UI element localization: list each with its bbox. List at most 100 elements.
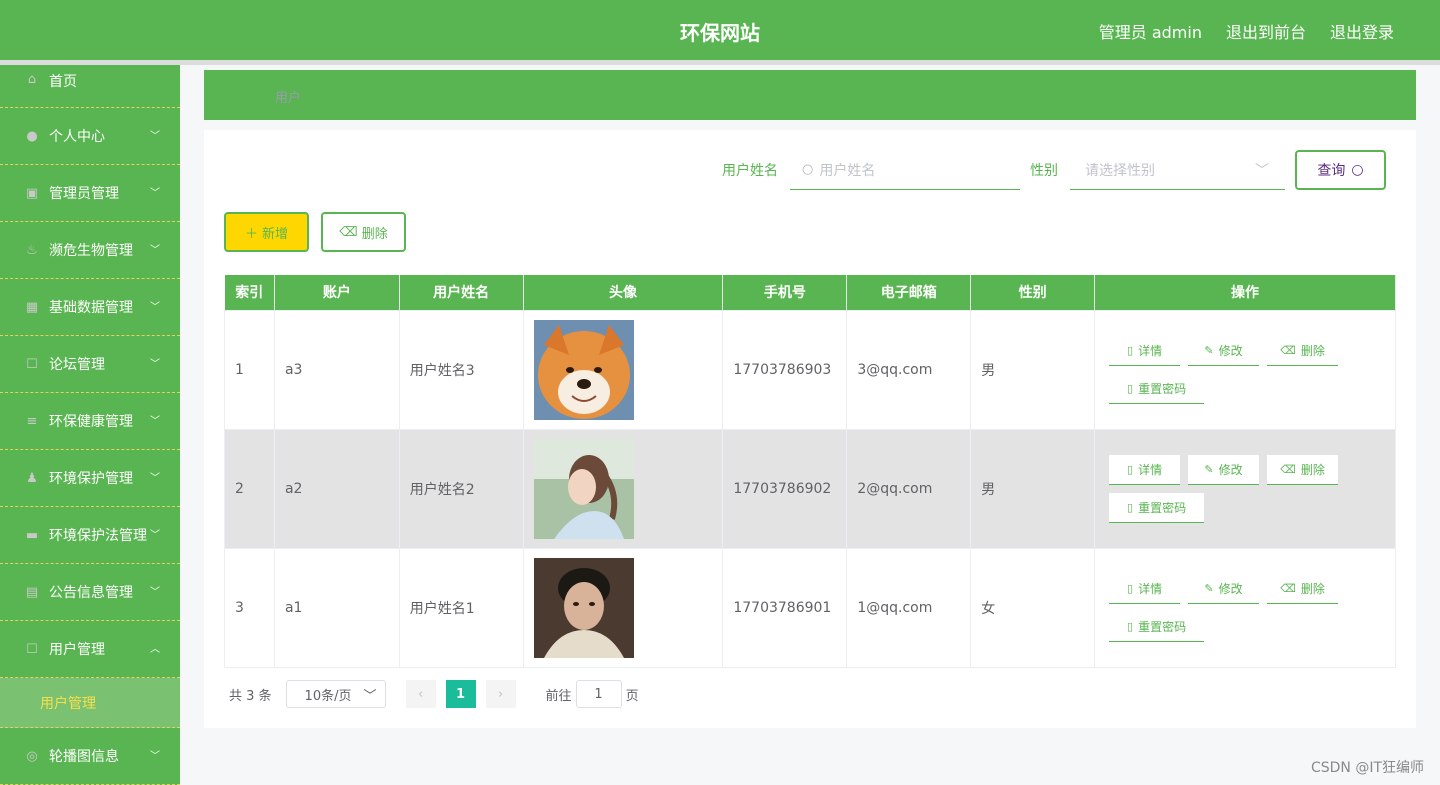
cell-gender: 女 <box>970 547 1096 668</box>
detail-label: 详情 <box>1138 343 1163 358</box>
reset-label: 重置密码 <box>1138 500 1187 515</box>
header-divider <box>0 60 1440 65</box>
batch-delete-button[interactable]: ⌫ 删除 <box>321 212 406 252</box>
name-filter-label: 用户姓名 <box>722 163 778 179</box>
sidebar-item-home[interactable]: ⌂ 首页 <box>0 65 180 108</box>
chevron-right-icon: › <box>497 686 504 702</box>
reset-password-button[interactable]: ▯ 重置密码 <box>1109 492 1205 523</box>
col-header-actions: 操作 <box>1094 275 1396 310</box>
cell-avatar <box>522 309 724 430</box>
col-header-gender: 性别 <box>970 275 1096 310</box>
chevron-up-icon: ︿ <box>150 644 160 655</box>
sidebar-item-label: 环保健康管理 <box>49 414 133 430</box>
cell-gender: 男 <box>970 309 1096 430</box>
detail-button[interactable]: ▯ 详情 <box>1109 573 1181 604</box>
sidebar-item-label: 公告信息管理 <box>49 585 133 601</box>
add-button[interactable]: ＋ 新增 <box>224 212 309 252</box>
users-table: 索引 账户 用户姓名 头像 手机号 电子邮箱 性别 操作 1 a3 用户姓名3 <box>224 275 1396 668</box>
delete-button[interactable]: ⌫ 删除 <box>1267 335 1339 366</box>
sidebar-item-notice[interactable]: ▤ 公告信息管理 ﹀ <box>0 564 180 621</box>
site-title: 环保网站 <box>680 21 760 45</box>
table-row: 2 a2 用户姓名2 17703786902 2@qq.com 男 ▯ 详情 ✎… <box>224 428 1396 549</box>
chevron-down-icon: ﹀ <box>150 188 160 199</box>
edit-label: 修改 <box>1218 581 1243 596</box>
sidebar-item-carousel[interactable]: ◎ 轮播图信息 ﹀ <box>0 728 180 785</box>
sidebar-item-label: 环境保护管理 <box>49 471 133 487</box>
prev-page-button[interactable]: ‹ <box>405 680 436 708</box>
trash-icon: ⌫ <box>1280 462 1296 476</box>
trash-icon: ⌫ <box>1280 581 1296 595</box>
cell-actions: ▯ 详情 ✎ 修改 ⌫ 删除 ▯ 重置密码 <box>1094 309 1396 430</box>
main-panel: 用户姓名 ○ 用户姓名 性别 请选择性别 ﹀ 查询 ○ ＋ 新增 ⌫ 删除 索引… <box>204 130 1416 728</box>
sidebar: ⌂ 首页 ● 个人中心 ﹀ ▣ 管理员管理 ﹀ ♨ 濒危生物管理 ﹀ ▦ 基础数… <box>0 65 180 785</box>
cell-name: 用户姓名2 <box>398 428 524 549</box>
sidebar-item-env[interactable]: ♟ 环境保护管理 ﹀ <box>0 450 180 507</box>
table-row: 1 a3 用户姓名3 17703786903 3@qq.com 男 ▯ 详情 ✎… <box>224 309 1396 430</box>
cell-actions: ▯ 详情 ✎ 修改 ⌫ 删除 ▯ 重置密码 <box>1094 547 1396 668</box>
chevron-down-icon: ﹀ <box>150 473 160 484</box>
trash-icon: ⌫ <box>339 224 358 240</box>
reset-password-button[interactable]: ▯ 重置密码 <box>1109 373 1205 404</box>
page-size-select[interactable]: 10条/页 ﹀ <box>285 680 386 708</box>
cell-account: a3 <box>273 309 400 430</box>
edit-label: 修改 <box>1218 343 1243 358</box>
sidebar-subitem-users[interactable]: 用户管理 <box>0 678 180 728</box>
chevron-down-icon: ﹀ <box>150 245 160 256</box>
reset-label: 重置密码 <box>1138 381 1187 396</box>
detail-button[interactable]: ▯ 详情 <box>1109 335 1181 366</box>
col-header-account: 账户 <box>274 275 400 310</box>
edit-button[interactable]: ✎ 修改 <box>1188 335 1260 366</box>
search-icon: ○ <box>1351 162 1364 178</box>
goto-page-input[interactable]: 1 <box>575 680 622 708</box>
sidebar-item-forum[interactable]: ☐ 论坛管理 ﹀ <box>0 336 180 393</box>
sidebar-item-label: 环境保护法管理 <box>49 528 147 544</box>
page-size-value: 10条/页 <box>304 688 352 704</box>
sidebar-item-law[interactable]: ▬ 环境保护法管理 ﹀ <box>0 507 180 564</box>
goto-page: 前往 1 页 <box>546 680 639 708</box>
search-icon: ○ <box>802 162 814 177</box>
sidebar-item-bio[interactable]: ♨ 濒危生物管理 ﹀ <box>0 222 180 279</box>
chevron-down-icon: ﹀ <box>1255 162 1269 179</box>
edit-label: 修改 <box>1218 462 1243 477</box>
table-row: 3 a1 用户姓名1 17703786901 1@qq.com 女 ▯ 详情 ✎… <box>224 547 1396 668</box>
col-header-phone: 手机号 <box>722 275 848 310</box>
delete-button[interactable]: ⌫ 删除 <box>1267 573 1339 604</box>
reset-password-button[interactable]: ▯ 重置密码 <box>1109 611 1205 642</box>
chevron-down-icon: ﹀ <box>150 530 160 541</box>
detail-button[interactable]: ▯ 详情 <box>1109 454 1181 485</box>
sidebar-item-data[interactable]: ▦ 基础数据管理 ﹀ <box>0 279 180 336</box>
sidebar-item-label: 轮播图信息 <box>49 749 119 765</box>
sidebar-item-health[interactable]: ≡ 环保健康管理 ﹀ <box>0 393 180 450</box>
to-front-link[interactable]: 退出到前台 <box>1226 19 1306 43</box>
delete-label: 删除 <box>1300 462 1325 477</box>
sidebar-item-profile[interactable]: ● 个人中心 ﹀ <box>0 108 180 165</box>
admin-label: 管理员 admin <box>1098 23 1202 42</box>
document-icon: ▯ <box>1127 381 1134 395</box>
cell-email: 2@qq.com <box>846 428 972 549</box>
document-icon: ▯ <box>1127 462 1134 476</box>
reset-label: 重置密码 <box>1138 619 1187 634</box>
edit-button[interactable]: ✎ 修改 <box>1188 573 1260 604</box>
next-page-button[interactable]: › <box>485 680 516 708</box>
top-bar: 环保网站 管理员 admin 退出到前台 退出登录 <box>0 0 1440 60</box>
pencil-icon: ✎ <box>1204 462 1214 476</box>
user-icon: ● <box>26 128 38 144</box>
edit-button[interactable]: ✎ 修改 <box>1188 454 1260 485</box>
chevron-down-icon: ﹀ <box>150 416 160 427</box>
col-header-index: 索引 <box>224 275 275 310</box>
gender-select[interactable]: 请选择性别 ﹀ <box>1070 150 1285 190</box>
page-number-current[interactable]: 1 <box>445 680 476 708</box>
env-icon: ♟ <box>26 470 38 486</box>
cell-name: 用户姓名1 <box>398 547 524 668</box>
sidebar-item-users[interactable]: ☐ 用户管理 ︿ <box>0 621 180 678</box>
document-icon: ▯ <box>1127 619 1134 633</box>
sidebar-item-admins[interactable]: ▣ 管理员管理 ﹀ <box>0 165 180 222</box>
trash-icon: ⌫ <box>1280 343 1296 357</box>
logout-link[interactable]: 退出登录 <box>1330 19 1394 43</box>
query-button[interactable]: 查询 ○ <box>1295 150 1386 190</box>
cell-phone: 17703786903 <box>722 309 848 430</box>
cell-actions: ▯ 详情 ✎ 修改 ⌫ 删除 ▯ 重置密码 <box>1094 428 1396 549</box>
delete-button[interactable]: ⌫ 删除 <box>1267 454 1339 485</box>
pencil-icon: ✎ <box>1204 343 1214 357</box>
name-search-input[interactable]: ○ 用户姓名 <box>790 150 1020 190</box>
